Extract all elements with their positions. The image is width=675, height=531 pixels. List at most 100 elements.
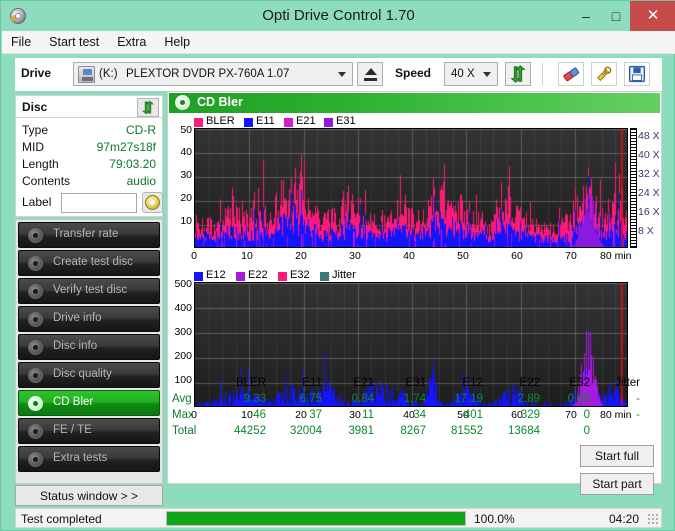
sidebar-item-label: Disc quality bbox=[53, 368, 112, 380]
rtick-48x: 48 X bbox=[638, 130, 660, 142]
cd-disc-icon bbox=[27, 227, 45, 245]
xtick-top-70: 70 bbox=[565, 250, 577, 262]
xtick-top-0: 0 bbox=[191, 250, 197, 262]
legend-label: E22 bbox=[248, 269, 268, 281]
drive-letter: (K:) bbox=[99, 68, 118, 80]
cd-label-button[interactable] bbox=[142, 192, 163, 213]
disc-value-contents: audio bbox=[126, 174, 156, 188]
stats-max-e22: 329 bbox=[520, 409, 540, 421]
menu-bar: File Start test Extra Help bbox=[2, 31, 675, 54]
disc-key-length: Length bbox=[22, 157, 59, 171]
ytick-top-40: 40 bbox=[180, 146, 192, 158]
ytick-bot-400: 400 bbox=[174, 302, 192, 314]
sidebar-item-transfer-rate[interactable]: Transfer rate bbox=[18, 222, 160, 248]
rtick-32x: 32 X bbox=[638, 168, 660, 180]
disc-key-type: Type bbox=[22, 123, 49, 137]
close-button[interactable]: ✕ bbox=[630, 1, 675, 31]
rtick-16x: 16 X bbox=[638, 206, 660, 218]
sidebar-item-disc-quality[interactable]: Disc quality bbox=[18, 362, 160, 388]
stats-avg-e12: 17.19 bbox=[454, 393, 483, 405]
progress-bar bbox=[166, 511, 466, 526]
disc-row-mid: MID 97m27s18f bbox=[16, 140, 162, 157]
start-part-button[interactable]: Start part bbox=[580, 473, 654, 495]
legend-label: E21 bbox=[296, 115, 316, 127]
legend-label: BLER bbox=[206, 115, 235, 127]
maximize-button[interactable]: □ bbox=[600, 1, 632, 31]
toolbar-separator bbox=[542, 63, 543, 85]
sidebar-item-fe-te[interactable]: FE / TE bbox=[18, 418, 160, 444]
ytick-top-10: 10 bbox=[180, 215, 192, 227]
stats-row-label-max: Max bbox=[172, 409, 194, 421]
disc-label-input[interactable] bbox=[61, 193, 137, 213]
rtick-8x: 8 X bbox=[638, 225, 654, 237]
cd-bler-header: CD Bler bbox=[169, 93, 660, 113]
sidebar-item-cd-bler[interactable]: CD Bler bbox=[18, 390, 160, 416]
cd-disc-icon bbox=[27, 311, 45, 329]
save-button[interactable] bbox=[624, 62, 650, 86]
sidebar-item-extra-tests[interactable]: Extra tests bbox=[18, 446, 160, 472]
resize-grip[interactable] bbox=[647, 513, 659, 525]
stats-avg-e32: 0.00 bbox=[567, 393, 590, 405]
disc-refresh-button[interactable] bbox=[137, 98, 159, 117]
stats-header-e11: E11 bbox=[302, 377, 322, 389]
stats-header-e22: E22 bbox=[519, 377, 540, 389]
legend-swatch bbox=[194, 118, 203, 127]
sidebar-item-disc-info[interactable]: Disc info bbox=[18, 334, 160, 360]
refresh-arrows-icon bbox=[142, 100, 154, 115]
save-floppy-icon bbox=[628, 65, 646, 83]
stats-max-e11: 37 bbox=[309, 409, 322, 421]
legend-swatch bbox=[324, 118, 333, 127]
sidebar-item-label: Drive info bbox=[53, 312, 102, 324]
eject-button[interactable] bbox=[357, 62, 383, 86]
stats-avg-e31: 1.74 bbox=[403, 393, 426, 405]
cd-disc-icon bbox=[27, 367, 45, 385]
speed-select[interactable]: 40 X bbox=[444, 62, 498, 86]
stats-max-bler: 46 bbox=[253, 409, 266, 421]
disc-row-length: Length 79:03.20 bbox=[16, 157, 162, 174]
elapsed-time: 04:20 bbox=[608, 512, 639, 526]
progress-bar-fill bbox=[167, 512, 465, 525]
status-window-button[interactable]: Status window > > bbox=[15, 485, 163, 506]
cd-disc-icon bbox=[175, 95, 191, 111]
stats-header-e32: E32 bbox=[569, 377, 590, 389]
cd-disc-icon bbox=[27, 451, 45, 469]
disc-label-caption: Label bbox=[22, 195, 52, 209]
xtick-top-20: 20 bbox=[295, 250, 307, 262]
erase-disc-button[interactable] bbox=[558, 62, 584, 86]
legend-swatch bbox=[194, 272, 203, 281]
xtick-top-30: 30 bbox=[349, 250, 361, 262]
start-full-button[interactable]: Start full bbox=[580, 445, 654, 467]
drive-select[interactable]: (K:) PLEXTOR DVDR PX-760A 1.07 bbox=[73, 62, 353, 86]
menu-item-file[interactable]: File bbox=[2, 31, 40, 54]
stats-avg-e21: 0.84 bbox=[351, 393, 374, 405]
menu-item-start-test[interactable]: Start test bbox=[40, 31, 108, 54]
legend-swatch bbox=[320, 272, 329, 281]
stats-avg-bler: 9.33 bbox=[243, 393, 266, 405]
xtick-top-10: 10 bbox=[241, 250, 253, 262]
menu-item-extra[interactable]: Extra bbox=[108, 31, 155, 54]
drive-toolbar: Drive (K:) PLEXTOR DVDR PX-760A 1.07 Spe… bbox=[15, 58, 662, 91]
disc-value-length: 79:03.20 bbox=[109, 157, 156, 171]
ytick-bot-500: 500 bbox=[174, 278, 192, 290]
sidebar-item-create-test-disc[interactable]: Create test disc bbox=[18, 250, 160, 276]
stats-avg-e22: 2.89 bbox=[517, 393, 540, 405]
sidebar-item-label: Extra tests bbox=[53, 452, 108, 464]
xtick-top-60: 60 bbox=[511, 250, 523, 262]
refresh-button[interactable] bbox=[505, 62, 531, 86]
bitsetting-button[interactable] bbox=[591, 62, 617, 86]
sidebar-item-label: Transfer rate bbox=[53, 228, 119, 240]
menu-item-help[interactable]: Help bbox=[155, 31, 199, 54]
sidebar-item-verify-test-disc[interactable]: Verify test disc bbox=[18, 278, 160, 304]
legend-label: Jitter bbox=[332, 269, 356, 281]
chevron-down-icon bbox=[338, 72, 346, 77]
drive-label: Drive bbox=[21, 66, 52, 80]
sidebar-item-drive-info[interactable]: Drive info bbox=[18, 306, 160, 332]
rtick-24x: 24 X bbox=[638, 187, 660, 199]
minimize-button[interactable]: – bbox=[570, 1, 602, 31]
legend-label: E32 bbox=[290, 269, 310, 281]
cd-disc-icon bbox=[27, 283, 45, 301]
rtick-40x: 40 X bbox=[638, 149, 660, 161]
stats-header-e21: E21 bbox=[353, 377, 374, 389]
speed-axis-ruler bbox=[630, 128, 637, 248]
ytick-top-20: 20 bbox=[180, 192, 192, 204]
